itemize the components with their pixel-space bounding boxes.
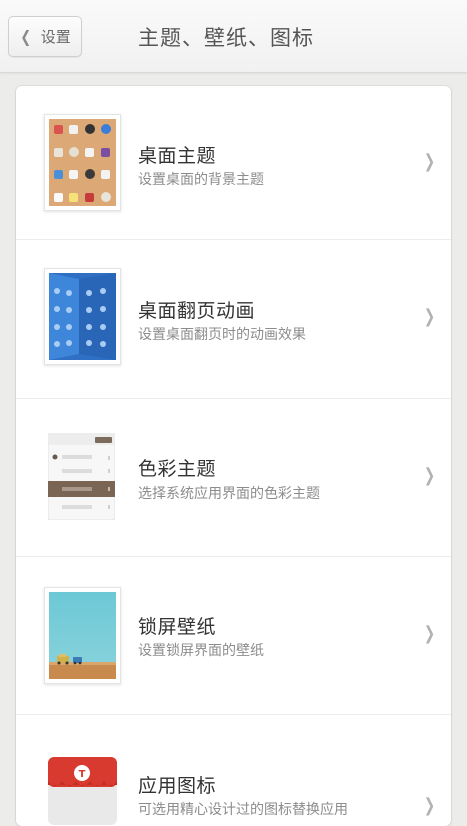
item-description: 选择系统应用界面的色彩主题 [138,486,320,502]
chevron-right-icon: ❯ [423,151,436,172]
item-title: 应用图标 [138,775,217,797]
app-icon-thumbnail-icon: T [44,749,121,826]
item-title: 色彩主题 [138,458,217,480]
color-theme-thumbnail-icon [44,429,121,526]
settings-list: 桌面主题 设置桌面的背景主题 ❯ 桌面翻页动画 设置桌面翻页时的动画效果 ❯ 色… [16,86,451,826]
chevron-right-icon: ❯ [423,465,436,486]
item-description: 设置桌面翻页时的动画效果 [138,327,306,343]
list-item-desktop-theme[interactable]: 桌面主题 设置桌面的背景主题 ❯ [16,86,451,240]
page-title: 主题、壁纸、图标 [138,26,314,50]
chevron-left-icon: ❮ [20,26,32,46]
list-item-page-animation[interactable]: 桌面翻页动画 设置桌面翻页时的动画效果 ❯ [16,240,451,399]
item-description: 设置锁屏界面的壁纸 [138,643,264,659]
list-item-color-theme[interactable]: 色彩主题 选择系统应用界面的色彩主题 ❯ [16,399,451,557]
back-button[interactable]: ❮ 设置 [8,16,82,57]
chevron-right-icon: ❯ [423,795,436,816]
item-title: 桌面翻页动画 [138,300,256,322]
navigation-bar: ❮ 设置 主题、壁纸、图标 [0,0,467,73]
lockscreen-wallpaper-thumbnail-icon [44,587,121,684]
item-title: 锁屏壁纸 [138,616,217,638]
item-title: 桌面主题 [138,145,217,167]
list-item-lockscreen-wallpaper[interactable]: 锁屏壁纸 设置锁屏界面的壁纸 ❯ [16,557,451,715]
chevron-right-icon: ❯ [423,306,436,327]
chevron-right-icon: ❯ [423,623,436,644]
theme-thumbnail-icon [44,114,121,211]
item-description: 设置桌面的背景主题 [138,172,264,188]
svg-text:T: T [79,769,86,780]
page-animation-thumbnail-icon [44,268,121,365]
list-item-app-icons[interactable]: T 应用图标 可选用精心设计过的图标替换应用 ❯ [16,715,451,826]
item-description: 可选用精心设计过的图标替换应用 [138,802,348,818]
back-button-label: 设置 [40,28,71,46]
